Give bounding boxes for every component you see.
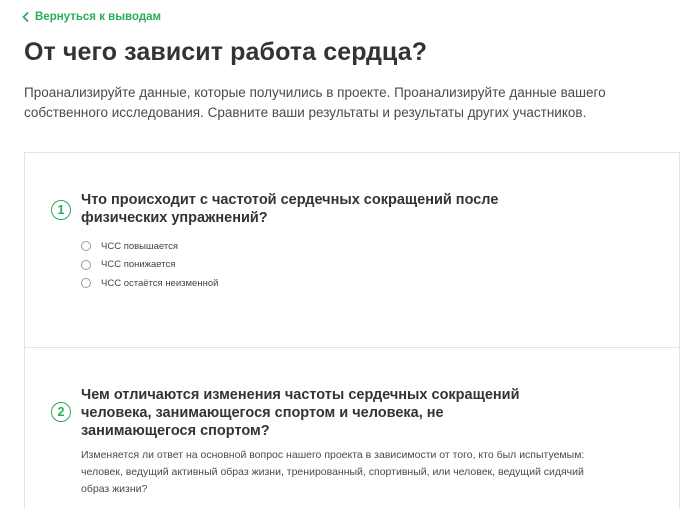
radio-button[interactable]	[81, 241, 91, 251]
page-title: От чего зависит работа сердца?	[24, 38, 428, 66]
back-link-label: Вернуться к выводам	[35, 11, 162, 23]
radio-button[interactable]	[81, 259, 91, 270]
question-number-badge: 2	[51, 402, 71, 422]
question-description: Изменяется ли ответ на основной вопрос н…	[81, 449, 585, 495]
answer-option-increases[interactable]: ЧСС повышается	[81, 237, 218, 255]
radio-button[interactable]	[81, 278, 91, 288]
answer-option-label: ЧСС понижается	[101, 259, 176, 270]
divider	[25, 347, 679, 348]
back-to-conclusions-link[interactable]: Вернуться к выводам	[22, 11, 161, 23]
answer-option-unchanged[interactable]: ЧСС остаётся неизменной	[81, 274, 218, 292]
intro-text: Проанализируйте данные, которые получили…	[24, 85, 606, 120]
answer-option-decreases[interactable]: ЧСС понижается	[81, 256, 218, 274]
answer-option-label: ЧСС остаётся неизменной	[101, 277, 219, 289]
chevron-left-icon	[22, 12, 29, 22]
answer-options: ЧСС повышается ЧСС понижается ЧСС остаёт…	[81, 237, 218, 293]
questions-card: 1 Что происходит с частотой сердечных со…	[24, 152, 680, 509]
page: Вернуться к выводам От чего зависит рабо…	[0, 0, 690, 509]
question-title: Что происходит с частотой сердечных сокр…	[81, 192, 499, 226]
question-title: Чем отличаются изменения частоты сердечн…	[81, 387, 520, 439]
question-number-badge: 1	[51, 200, 71, 220]
answer-option-label: ЧСС повышается	[101, 240, 179, 252]
